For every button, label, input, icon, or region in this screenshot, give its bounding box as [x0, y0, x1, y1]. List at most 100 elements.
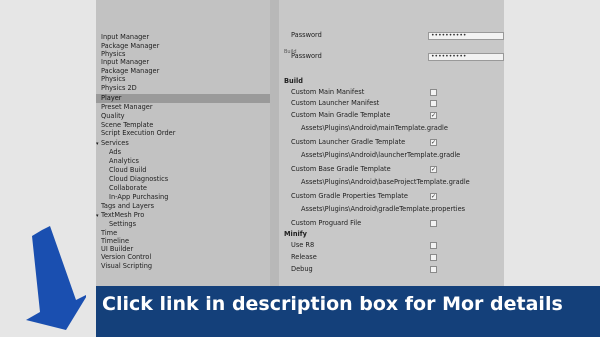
password-field[interactable]: •••••••••• [428, 53, 504, 61]
debug-label: Debug [291, 265, 313, 273]
sidebar-item-label: Version Control [101, 253, 152, 261]
sidebar-item-cloud-diagnostics[interactable]: Cloud Diagnostics [96, 175, 270, 184]
gradle-props-path: Assets\Plugins\Android\gradleTemplate.pr… [301, 205, 466, 213]
release-checkbox[interactable] [430, 254, 437, 261]
custom-launcher-gradle-row: Custom Launcher Gradle Template ✓ [279, 137, 504, 148]
password-field-top[interactable]: •••••••••• [428, 32, 504, 40]
sidebar-item-analytics[interactable]: Analytics [96, 157, 270, 166]
minify-header: Minify [284, 230, 307, 238]
custom-launcher-manifest-row: Custom Launcher Manifest [279, 98, 504, 109]
sidebar-item-tags-and-layers[interactable]: Tags and Layers [96, 202, 270, 211]
custom-gradle-props-label: Custom Gradle Properties Template [291, 192, 408, 200]
player-settings-panel: Password •••••••••• Build Password •••••… [279, 0, 504, 286]
sidebar-item-label: TextMesh Pro [101, 211, 145, 219]
custom-proguard-checkbox[interactable] [430, 220, 437, 227]
sidebar-item-label: Package Manager [101, 42, 160, 50]
launcher-gradle-path-row: Assets\Plugins\Android\launcherTemplate.… [279, 150, 504, 161]
sidebar-item-label: Settings [109, 220, 137, 228]
custom-gradle-props-row: Custom Gradle Properties Template ✓ [279, 191, 504, 202]
release-row: Release [279, 252, 504, 263]
debug-row: Debug [279, 264, 504, 275]
sidebar-item-label: Time [101, 229, 118, 237]
sidebar-item-label: Cloud Build [109, 166, 147, 174]
custom-gradle-props-checkbox[interactable]: ✓ [430, 193, 437, 200]
sidebar-item-label: Physics [101, 75, 126, 83]
sidebar-item-preset-manager[interactable]: Preset Manager [96, 103, 270, 112]
caption-text: Click link in description box for Mor de… [102, 293, 563, 315]
sidebar-item-label: Visual Scripting [101, 262, 153, 270]
settings-sidebar: Input Manager Package Manager Physics Input… [96, 0, 270, 286]
sidebar-item-label: Ads [109, 148, 122, 156]
sidebar-item-settings[interactable]: Settings [96, 220, 270, 229]
sidebar-item-label: Analytics [109, 157, 139, 165]
sidebar-item-physics[interactable]: Physics [96, 75, 270, 84]
sidebar-item-label: Input Manager [101, 33, 150, 41]
sidebar-item-input-manager[interactable]: Input Manager [96, 33, 270, 42]
custom-main-manifest-label: Custom Main Manifest [291, 88, 365, 96]
use-r8-checkbox[interactable] [430, 242, 437, 249]
sidebar-item-ads[interactable]: Ads [96, 148, 270, 157]
custom-proguard-label: Custom Proguard File [291, 219, 362, 227]
custom-base-gradle-label: Custom Base Gradle Template [291, 165, 391, 173]
sidebar-item-input-manager[interactable]: Input Manager [96, 58, 270, 67]
sidebar-item-label: Preset Manager [101, 103, 153, 111]
sidebar-item-label: Scene Template [101, 121, 154, 129]
sidebar-item-in-app-purchasing[interactable]: In-App Purchasing [96, 193, 270, 202]
sidebar-item-label: In-App Purchasing [109, 193, 169, 201]
password-row-top: Password •••••••••• [279, 30, 504, 41]
sidebar-item-label: Tags and Layers [101, 202, 155, 210]
custom-launcher-gradle-checkbox[interactable]: ✓ [430, 139, 437, 146]
sidebar-item-label: Cloud Diagnostics [109, 175, 169, 183]
panel-splitter[interactable] [270, 0, 279, 286]
base-gradle-path: Assets\Plugins\Android\baseProjectTempla… [301, 178, 470, 186]
password-label: Password [291, 52, 322, 60]
debug-checkbox[interactable] [430, 266, 437, 273]
gradle-props-path-row: Assets\Plugins\Android\gradleTemplate.pr… [279, 204, 504, 215]
sidebar-item-label: Quality [101, 112, 125, 120]
custom-launcher-manifest-label: Custom Launcher Manifest [291, 99, 380, 107]
custom-main-manifest-checkbox[interactable] [430, 89, 437, 96]
sidebar-item-label: Collaborate [109, 184, 147, 192]
sidebar-item-version-control[interactable]: Version Control [96, 253, 270, 262]
base-gradle-path-row: Assets\Plugins\Android\baseProjectTempla… [279, 177, 504, 188]
down-left-arrow-icon [6, 222, 88, 332]
sidebar-item-cloud-build[interactable]: Cloud Build [96, 166, 270, 175]
sidebar-item-player[interactable]: Player [96, 94, 270, 103]
sidebar-item-label: Package Manager [101, 67, 160, 75]
custom-main-gradle-label: Custom Main Gradle Template [291, 111, 391, 119]
sidebar-item-label: Physics [101, 50, 126, 58]
custom-main-gradle-row: Custom Main Gradle Template ✓ [279, 110, 504, 121]
sidebar-item-collaborate[interactable]: Collaborate [96, 184, 270, 193]
sidebar-item-textmesh-pro[interactable]: ▾ TextMesh Pro [96, 211, 270, 220]
use-r8-row: Use R8 [279, 240, 504, 251]
use-r8-label: Use R8 [291, 241, 315, 249]
build-header: Build [284, 77, 303, 85]
sidebar-item-label: Timeline [101, 237, 130, 245]
custom-launcher-gradle-label: Custom Launcher Gradle Template [291, 138, 406, 146]
sidebar-item-visual-scripting[interactable]: Visual Scripting [96, 262, 270, 271]
custom-launcher-manifest-checkbox[interactable] [430, 100, 437, 107]
custom-proguard-row: Custom Proguard File [279, 218, 504, 229]
sidebar-item-label: Physics 2D [101, 84, 137, 92]
release-label: Release [291, 253, 317, 261]
sidebar-item-physics-2d[interactable]: Physics 2D [96, 84, 270, 93]
sidebar-item-label: Input Manager [101, 58, 150, 66]
password-label-top: Password [291, 31, 322, 39]
custom-main-manifest-row: Custom Main Manifest [279, 87, 504, 98]
custom-base-gradle-row: Custom Base Gradle Template ✓ [279, 164, 504, 175]
main-gradle-path-row: Assets\Plugins\Android\mainTemplate.grad… [279, 123, 504, 134]
launcher-gradle-path: Assets\Plugins\Android\launcherTemplate.… [301, 151, 461, 159]
main-gradle-path: Assets\Plugins\Android\mainTemplate.grad… [301, 124, 448, 132]
sidebar-item-script-execution-order[interactable]: Script Execution Order [96, 129, 270, 138]
build-header-row: Build [279, 76, 504, 87]
password-row: Build Password •••••••••• [279, 49, 504, 62]
sidebar-item-services[interactable]: ▾ Services [96, 139, 270, 148]
sidebar-item-label: UI Builder [101, 245, 134, 253]
sidebar-item-quality[interactable]: Quality [96, 112, 270, 121]
custom-main-gradle-checkbox[interactable]: ✓ [430, 112, 437, 119]
sidebar-item-label: Player [101, 94, 122, 102]
sidebar-item-label: Services [101, 139, 129, 147]
custom-base-gradle-checkbox[interactable]: ✓ [430, 166, 437, 173]
minify-header-row: Minify [279, 229, 504, 240]
sidebar-item-label: Script Execution Order [101, 129, 176, 137]
